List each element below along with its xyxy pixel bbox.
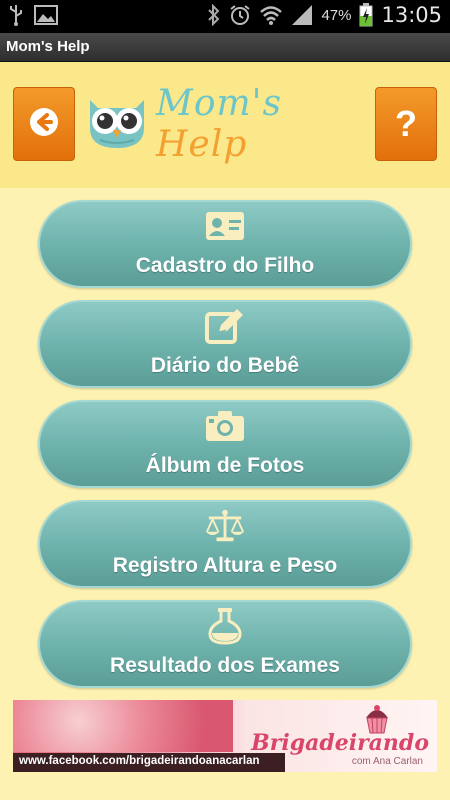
status-bar: 47% 13:05 [0, 0, 450, 33]
battery-percent: 47% [321, 6, 352, 24]
signal-icon [291, 4, 313, 26]
height-weight-label: Registro Altura e Peso [112, 554, 338, 577]
app-title: Mom's Help [6, 38, 90, 55]
back-button[interactable] [13, 87, 75, 161]
app-logo: Mom's Help [84, 83, 369, 165]
battery-charging-icon [359, 3, 373, 27]
photo-album-label: Álbum de Fotos [145, 454, 305, 477]
usb-icon [8, 4, 24, 26]
header: Mom's Help ? [0, 62, 450, 188]
help-button[interactable]: ? [375, 87, 437, 161]
ad-banner[interactable]: Brigadeirando com Ana Carlan www.faceboo… [13, 700, 437, 772]
image-icon [34, 5, 58, 25]
camera-icon [205, 408, 245, 444]
banner-brand-subtitle: com Ana Carlan [351, 756, 423, 767]
exam-results-button[interactable]: Resultado dos Exames [38, 600, 412, 688]
logo-text-help: Help [156, 124, 248, 165]
arrow-left-icon [29, 107, 59, 142]
edit-icon [205, 308, 245, 344]
wifi-icon [259, 4, 283, 26]
app-title-bar: Mom's Help [0, 33, 450, 62]
flask-icon [205, 608, 245, 645]
banner-chocolate-image [13, 700, 233, 752]
scale-icon [205, 508, 245, 544]
exam-results-label: Resultado dos Exames [110, 654, 340, 677]
child-registration-label: Cadastro do Filho [135, 254, 315, 277]
baby-diary-label: Diário do Bebê [150, 354, 300, 377]
baby-diary-button[interactable]: Diário do Bebê [38, 300, 412, 388]
banner-url[interactable]: www.facebook.com/brigadeirandoanacarlan [13, 753, 285, 772]
photo-album-button[interactable]: Álbum de Fotos [38, 400, 412, 488]
owl-icon [84, 94, 150, 155]
help-icon: ? [395, 103, 417, 144]
clock: 13:05 [381, 3, 442, 27]
height-weight-button[interactable]: Registro Altura e Peso [38, 500, 412, 588]
alarm-icon [229, 4, 251, 26]
logo-text-mom: Mom's [156, 83, 283, 124]
logo-text: Mom's Help [156, 83, 369, 165]
child-registration-button[interactable]: Cadastro do Filho [38, 200, 412, 288]
id-card-icon [205, 208, 245, 244]
bluetooth-icon [207, 4, 221, 26]
